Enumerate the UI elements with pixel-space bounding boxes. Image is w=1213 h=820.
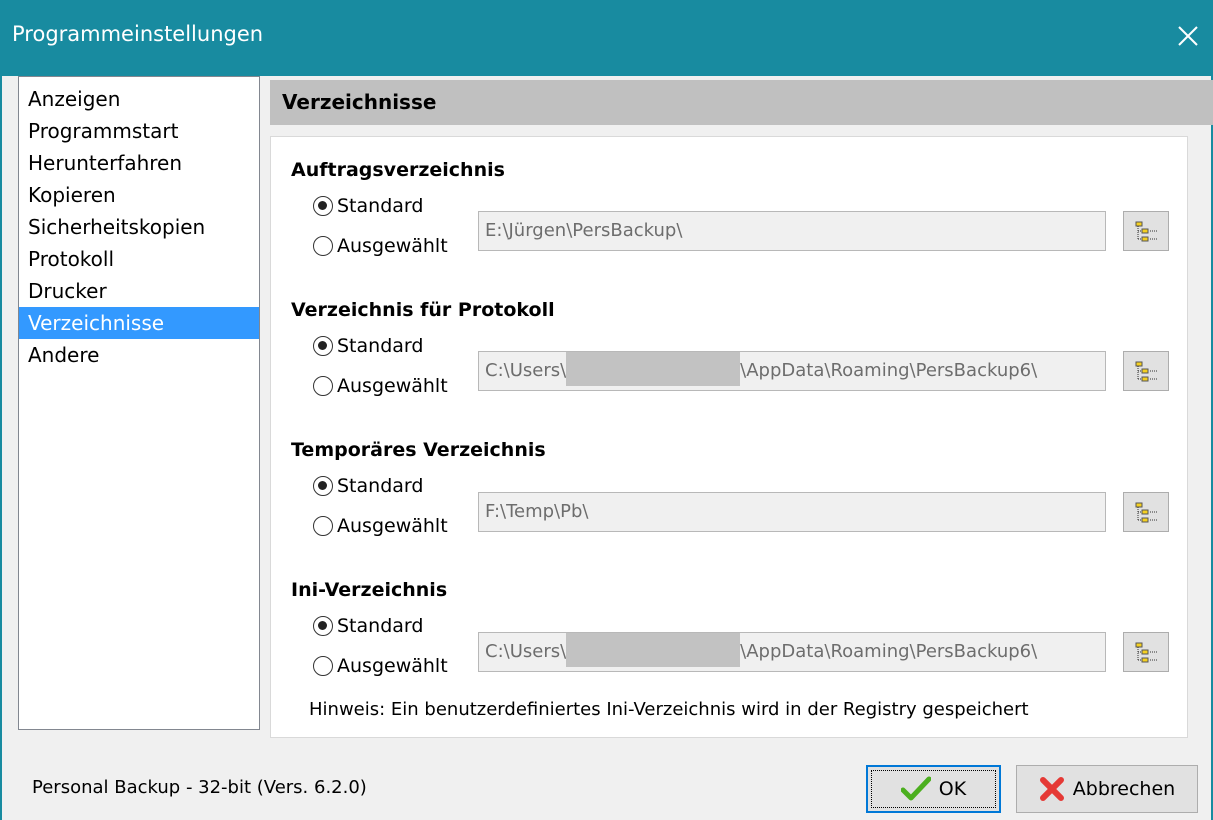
radio-circle bbox=[313, 196, 333, 216]
radio-circle bbox=[313, 376, 333, 396]
radio-circle bbox=[313, 236, 333, 256]
cancel-button[interactable]: Abbrechen bbox=[1016, 765, 1198, 813]
directories-panel: Auftragsverzeichnis Standard Ausgewählt … bbox=[270, 136, 1188, 738]
nav-item-anzeigen[interactable]: Anzeigen bbox=[19, 83, 259, 115]
ini-hint-text: Hinweis: Ein benutzerdefiniertes Ini-Ver… bbox=[309, 699, 1029, 720]
radio-ausgewaehlt-auftrag[interactable]: Ausgewählt bbox=[313, 235, 448, 257]
radio-label: Ausgewählt bbox=[337, 375, 448, 397]
settings-category-list[interactable]: Anzeigen Programmstart Herunterfahren Ko… bbox=[18, 76, 260, 730]
browse-folder-button-temporaer[interactable] bbox=[1123, 492, 1169, 532]
group-title-auftragsverzeichnis: Auftragsverzeichnis bbox=[291, 159, 505, 181]
radio-label: Standard bbox=[337, 615, 424, 637]
nav-item-kopieren[interactable]: Kopieren bbox=[19, 179, 259, 211]
path-field-auftrag[interactable]: E:\Jürgen\PersBackup\ bbox=[478, 211, 1106, 251]
cancel-label: Abbrechen bbox=[1072, 778, 1176, 800]
radio-circle bbox=[313, 476, 333, 496]
folder-tree-icon bbox=[1135, 502, 1158, 523]
nav-item-drucker[interactable]: Drucker bbox=[19, 275, 259, 307]
version-label: Personal Backup - 32-bit (Vers. 6.2.0) bbox=[32, 777, 367, 798]
path-text: F:\Temp\Pb\ bbox=[485, 501, 589, 522]
radio-ausgewaehlt-temporaer[interactable]: Ausgewählt bbox=[313, 515, 448, 537]
radio-standard-temporaer[interactable]: Standard bbox=[313, 475, 423, 497]
radio-circle bbox=[313, 516, 333, 536]
group-title-ini: Ini-Verzeichnis bbox=[291, 579, 448, 601]
radio-label: Standard bbox=[337, 195, 424, 217]
title-bar: Programmeinstellungen bbox=[0, 0, 1213, 76]
radio-standard-protokoll[interactable]: Standard bbox=[313, 335, 423, 357]
focus-rect bbox=[871, 770, 996, 808]
radio-circle bbox=[313, 656, 333, 676]
path-suffix: \AppData\Roaming\PersBackup6\ bbox=[740, 641, 1038, 662]
radio-ausgewaehlt-protokoll[interactable]: Ausgewählt bbox=[313, 375, 448, 397]
browse-folder-button-protokoll[interactable] bbox=[1123, 351, 1169, 391]
radio-label: Ausgewählt bbox=[337, 235, 448, 257]
nav-item-herunterfahren[interactable]: Herunterfahren bbox=[19, 147, 259, 179]
nav-item-verzeichnisse[interactable]: Verzeichnisse bbox=[19, 307, 259, 339]
nav-item-sicherheitskopien[interactable]: Sicherheitskopien bbox=[19, 211, 259, 243]
browse-folder-button-ini[interactable] bbox=[1123, 632, 1169, 672]
window-title: Programmeinstellungen bbox=[12, 22, 264, 46]
path-prefix: C:\Users\ bbox=[485, 360, 567, 381]
radio-circle bbox=[313, 616, 333, 636]
path-field-ini[interactable]: C:\Users\ \AppData\Roaming\PersBackup6\ bbox=[478, 632, 1106, 672]
radio-standard-ini[interactable]: Standard bbox=[313, 615, 423, 637]
group-title-temporaer: Temporäres Verzeichnis bbox=[291, 439, 546, 461]
redacted-username bbox=[566, 352, 741, 386]
path-prefix: C:\Users\ bbox=[485, 641, 567, 662]
radio-circle bbox=[313, 336, 333, 356]
radio-label: Standard bbox=[337, 475, 424, 497]
radio-label: Ausgewählt bbox=[337, 515, 448, 537]
folder-tree-icon bbox=[1135, 642, 1158, 663]
path-suffix: \AppData\Roaming\PersBackup6\ bbox=[740, 360, 1038, 381]
radio-label: Standard bbox=[337, 335, 424, 357]
path-field-temporaer[interactable]: F:\Temp\Pb\ bbox=[478, 492, 1106, 532]
close-icon[interactable] bbox=[1173, 17, 1203, 53]
path-text: E:\Jürgen\PersBackup\ bbox=[485, 220, 683, 241]
radio-standard-auftrag[interactable]: Standard bbox=[313, 195, 423, 217]
section-header: Verzeichnisse bbox=[270, 80, 1213, 125]
nav-item-programmstart[interactable]: Programmstart bbox=[19, 115, 259, 147]
path-field-protokoll[interactable]: C:\Users\ \AppData\Roaming\PersBackup6\ bbox=[478, 351, 1106, 391]
nav-item-protokoll[interactable]: Protokoll bbox=[19, 243, 259, 275]
nav-item-andere[interactable]: Andere bbox=[19, 339, 259, 371]
radio-ausgewaehlt-ini[interactable]: Ausgewählt bbox=[313, 655, 448, 677]
folder-tree-icon bbox=[1135, 361, 1158, 382]
radio-label: Ausgewählt bbox=[337, 655, 448, 677]
group-title-protokoll: Verzeichnis für Protokoll bbox=[291, 299, 555, 321]
ok-button[interactable]: OK bbox=[866, 765, 1001, 813]
red-x-icon bbox=[1039, 776, 1065, 802]
redacted-username bbox=[566, 633, 741, 667]
browse-folder-button-auftrag[interactable] bbox=[1123, 211, 1169, 251]
folder-tree-icon bbox=[1135, 221, 1158, 242]
